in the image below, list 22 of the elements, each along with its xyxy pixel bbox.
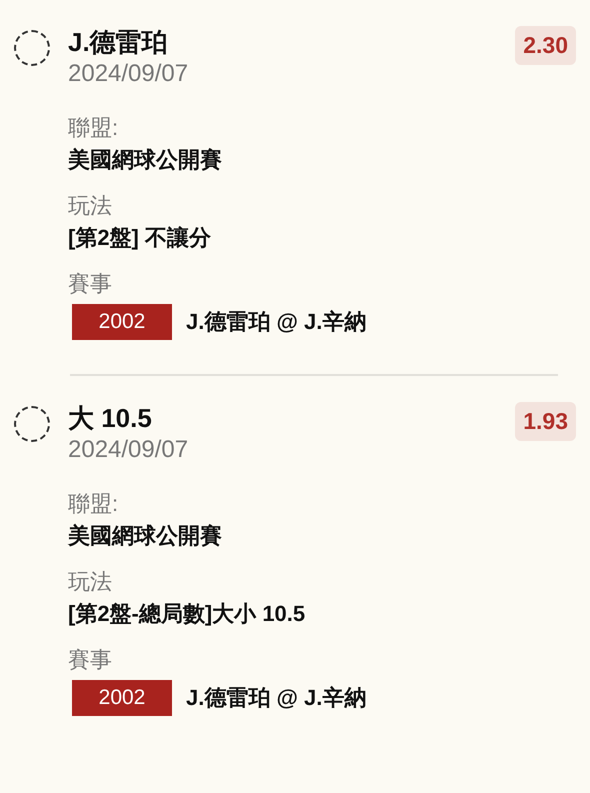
odds-badge: 1.93 <box>515 402 576 441</box>
market-label: 玩法 <box>68 192 113 220</box>
odds-badge: 2.30 <box>515 26 576 65</box>
bet-date: 2024/09/07 <box>68 59 188 89</box>
event-label: 賽事 <box>68 270 113 298</box>
market-name: [第2盤] 不讓分 <box>68 224 212 252</box>
selection-circle[interactable] <box>14 406 50 442</box>
bet-title: 大 10.5 <box>68 402 153 434</box>
league-label: 聯盟: <box>68 114 120 142</box>
market-label: 玩法 <box>68 568 113 596</box>
league-label: 聯盟: <box>68 490 120 518</box>
event-label: 賽事 <box>68 646 113 674</box>
market-name: [第2盤-總局數]大小 10.5 <box>68 600 306 628</box>
event-code: 2002 <box>72 304 172 340</box>
league-name: 美國網球公開賽 <box>68 522 223 550</box>
selection-circle[interactable] <box>14 30 50 66</box>
bet-date: 2024/09/07 <box>68 435 188 465</box>
bet-title: J.德雷珀 <box>68 26 169 58</box>
event-name: J.德雷珀 @ J.辛納 <box>186 684 366 712</box>
event-name: J.德雷珀 @ J.辛納 <box>186 308 366 336</box>
event-code: 2002 <box>72 680 172 716</box>
league-name: 美國網球公開賽 <box>68 146 223 174</box>
